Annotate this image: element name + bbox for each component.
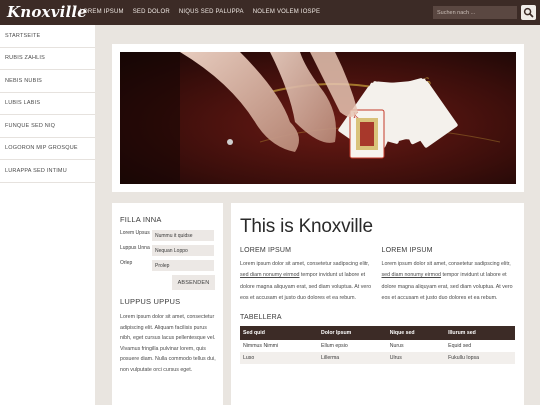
form-widget: FILLA INNA Lorem Upsus Luppus Unna Orlep… — [112, 203, 223, 405]
widget-title: FILLA INNA — [120, 215, 162, 224]
page-title: This is Knoxville — [240, 216, 373, 237]
hero-image: PAYS K — [120, 52, 516, 184]
table-cell: Nurus — [389, 343, 404, 350]
main-nav: LOREM IPSUM SED DOLOR NIQUS SED PALUPPA … — [75, 0, 325, 25]
field-label: Orlep — [120, 260, 133, 266]
widget-subtitle: LUPPUS UPPUS — [120, 297, 181, 306]
content-column: LOREM IPSUM Lorem ipsum dolor sit amet, … — [382, 247, 516, 304]
form-row: Luppus Unna — [120, 245, 223, 256]
content-column: LOREM IPSUM Lorem ipsum dolor sit amet, … — [240, 247, 374, 304]
sidebar-item-logoron-mip-grosque[interactable]: LOGORON MIP GROSQUE — [0, 138, 95, 160]
table-title: TABELLERA — [240, 314, 282, 322]
column-text: Lorem ipsum dolor sit amet, consetetur s… — [382, 259, 516, 304]
text-span: Lorem ipsum dolor sit amet, consetetur s… — [381, 261, 511, 267]
field-label: Lorem Upsus — [120, 230, 150, 236]
sidebar: STARTSEITE RUBIS ZAHLIS NEBIS NUBIS LUBI… — [0, 25, 95, 405]
sidebar-item-lubis-labis[interactable]: LUBIS LABIS — [0, 93, 95, 115]
nav-item-nolem-volem-iospe[interactable]: NOLEM VOLEM IOSPE — [248, 0, 324, 25]
table-cell: Luso — [243, 355, 255, 362]
nav-item-sed-dolor[interactable]: SED DOLOR — [128, 0, 174, 25]
search-input[interactable] — [433, 6, 517, 19]
nav-item-lorem-ipsum[interactable]: LOREM IPSUM — [75, 0, 128, 25]
table-header-cell: Dolor Ipsum — [321, 330, 352, 337]
sidebar-item-rubis-zahlis[interactable]: RUBIS ZAHLIS — [0, 48, 95, 70]
column-title: LOREM IPSUM — [381, 247, 433, 254]
sidebar-item-startseite[interactable]: STARTSEITE — [0, 25, 95, 48]
data-table: Sed quid Dolor Ipsum Nique sed Illurum s… — [240, 326, 515, 365]
table-cell: Ulrus — [389, 355, 402, 362]
table-cell: Ellum epsio — [321, 343, 348, 350]
table-cell: Lillerma — [321, 355, 340, 362]
table-header-cell: Nique sed — [389, 330, 415, 337]
sidebar-item-funque-sed-niq[interactable]: FUNQUE SED NIQ — [0, 115, 95, 138]
nav-item-niqus-sed-paluppa[interactable]: NIQUS SED PALUPPA — [174, 0, 248, 25]
sidebar-item-lurappa-sed-intimu[interactable]: LURAPPA SED INTIMU — [0, 160, 95, 183]
form-row: Orlep — [120, 260, 223, 271]
table-cell: Nimmus Nimmi — [243, 343, 279, 350]
main-content: This is Knoxville LOREM IPSUM Lorem ipsu… — [231, 203, 524, 405]
luppus-unna-field[interactable] — [152, 245, 214, 256]
column-title: LOREM IPSUM — [240, 247, 292, 254]
form-row: Lorem Upsus — [120, 230, 223, 241]
text-span: Lorem ipsum dolor sit amet, consetetur s… — [240, 261, 370, 267]
top-bar: Knoxville LOREM IPSUM SED DOLOR NIQUS SE… — [0, 0, 540, 25]
inline-link[interactable]: sed diam nonumy eirmod — [382, 272, 441, 278]
submit-button[interactable]: ABSENDEN — [172, 275, 215, 290]
table-header-cell: Illurum sed — [448, 330, 476, 337]
search-button[interactable] — [521, 5, 536, 20]
lorem-upsus-field[interactable] — [152, 230, 214, 241]
table-header-row: Sed quid Dolor Ipsum Nique sed Illurum s… — [240, 326, 515, 341]
table-cell: Fukullu Iopsa — [448, 355, 479, 362]
search-icon — [523, 7, 534, 18]
hero-panel: PAYS K — [112, 44, 524, 192]
table-row: Nimmus Nimmi Ellum epsio Nurus Equid sed — [240, 340, 515, 353]
column-text: Lorem ipsum dolor sit amet, consetetur s… — [240, 259, 374, 304]
content-columns: LOREM IPSUM Lorem ipsum dolor sit amet, … — [240, 247, 515, 304]
table-header-cell: Sed quid — [243, 330, 265, 337]
hero-illustration: PAYS K — [120, 52, 516, 184]
sidebar-item-nebis-nubis[interactable]: NEBIS NUBIS — [0, 70, 95, 93]
widget-text: Lorem ipsum dolor sit amet, consectetur … — [120, 314, 216, 373]
table-row: Luso Lillerma Ulrus Fukullu Iopsa — [240, 352, 515, 365]
field-label: Luppus Unna — [120, 245, 150, 251]
inline-link[interactable]: sed diam nonumy eirmod — [240, 272, 299, 278]
table-cell: Equid sed — [448, 343, 472, 350]
orlep-field[interactable] — [152, 260, 214, 271]
